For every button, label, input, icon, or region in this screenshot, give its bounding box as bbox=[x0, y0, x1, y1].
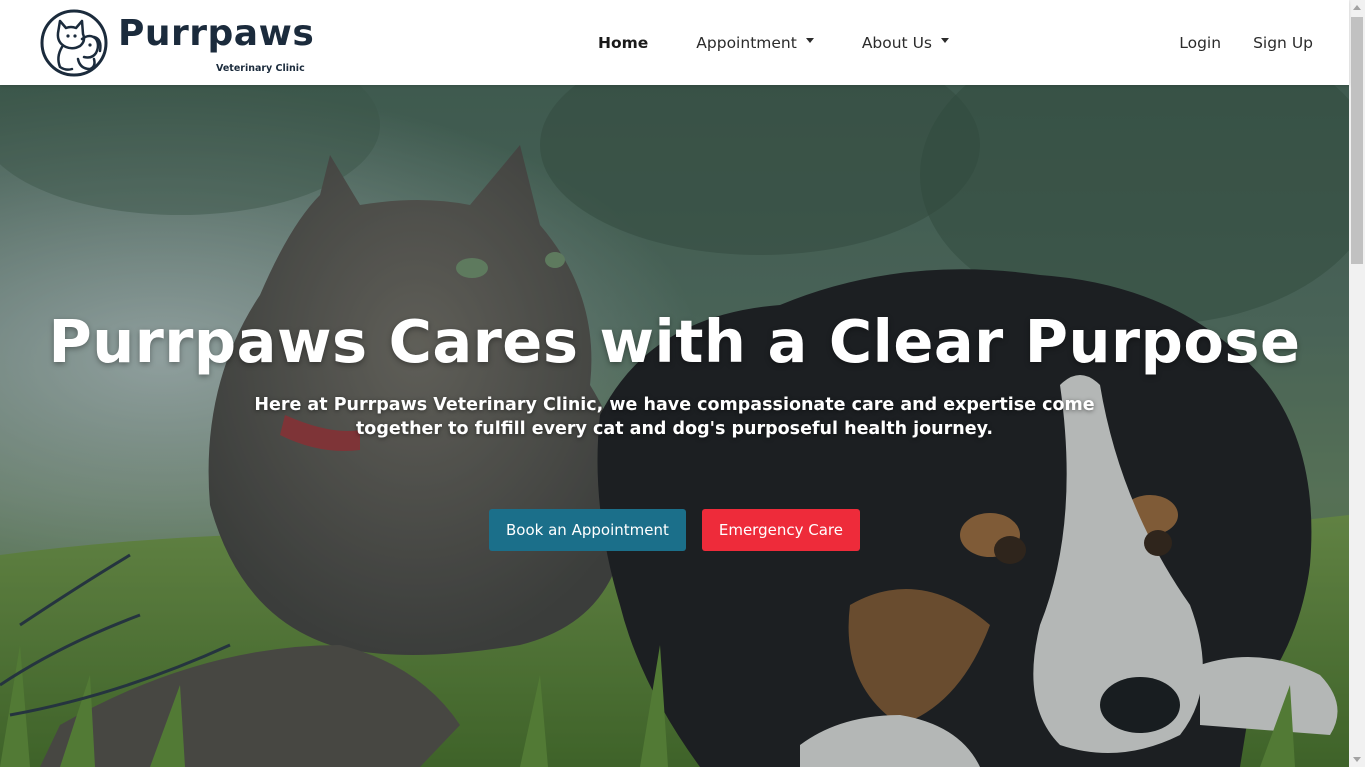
emergency-care-button[interactable]: Emergency Care bbox=[701, 509, 860, 551]
brand-name: Purrpaws bbox=[118, 13, 315, 54]
brand-logo-link[interactable]: Purrpaws Veterinary Clinic bbox=[38, 8, 314, 78]
cat-dog-logo-icon bbox=[40, 9, 108, 77]
scroll-down-arrow-icon[interactable] bbox=[1349, 751, 1365, 767]
nav-home-label: Home bbox=[598, 33, 649, 52]
caret-down-icon bbox=[941, 38, 949, 43]
caret-down-icon bbox=[805, 38, 814, 43]
signup-link[interactable]: Sign Up bbox=[1237, 34, 1329, 52]
brand-subtitle: Veterinary Clinic bbox=[216, 63, 305, 74]
brand-text: Purrpaws Veterinary Clinic bbox=[118, 9, 314, 77]
hero-section: Purrpaws Cares with a Clear Purpose Here… bbox=[0, 85, 1349, 767]
auth-nav: Login Sign Up bbox=[1163, 0, 1329, 85]
book-appointment-button[interactable]: Book an Appointment bbox=[489, 509, 686, 551]
login-link[interactable]: Login bbox=[1163, 34, 1237, 52]
hero-buttons: Book an Appointment Emergency Care bbox=[0, 509, 1349, 551]
nav-appointment-dropdown[interactable]: Appointment bbox=[672, 34, 838, 52]
hero-content: Purrpaws Cares with a Clear Purpose Here… bbox=[0, 307, 1349, 441]
hero-title: Purrpaws Cares with a Clear Purpose bbox=[48, 307, 1301, 376]
nav-home[interactable]: Home bbox=[574, 34, 672, 52]
scrollbar-thumb[interactable] bbox=[1351, 17, 1363, 264]
vertical-scrollbar[interactable] bbox=[1349, 0, 1365, 767]
nav-about-dropdown[interactable]: About Us bbox=[838, 34, 973, 52]
page: Purrpaws Veterinary Clinic Home Appointm… bbox=[0, 0, 1365, 767]
navbar: Purrpaws Veterinary Clinic Home Appointm… bbox=[0, 0, 1349, 85]
scroll-up-arrow-icon[interactable] bbox=[1349, 0, 1365, 16]
nav-appointment-label: Appointment bbox=[696, 33, 797, 52]
main-nav: Home Appointment About Us bbox=[574, 0, 973, 85]
hero-subtitle: Here at Purrpaws Veterinary Clinic, we h… bbox=[254, 394, 1095, 439]
nav-about-label: About Us bbox=[861, 33, 932, 52]
